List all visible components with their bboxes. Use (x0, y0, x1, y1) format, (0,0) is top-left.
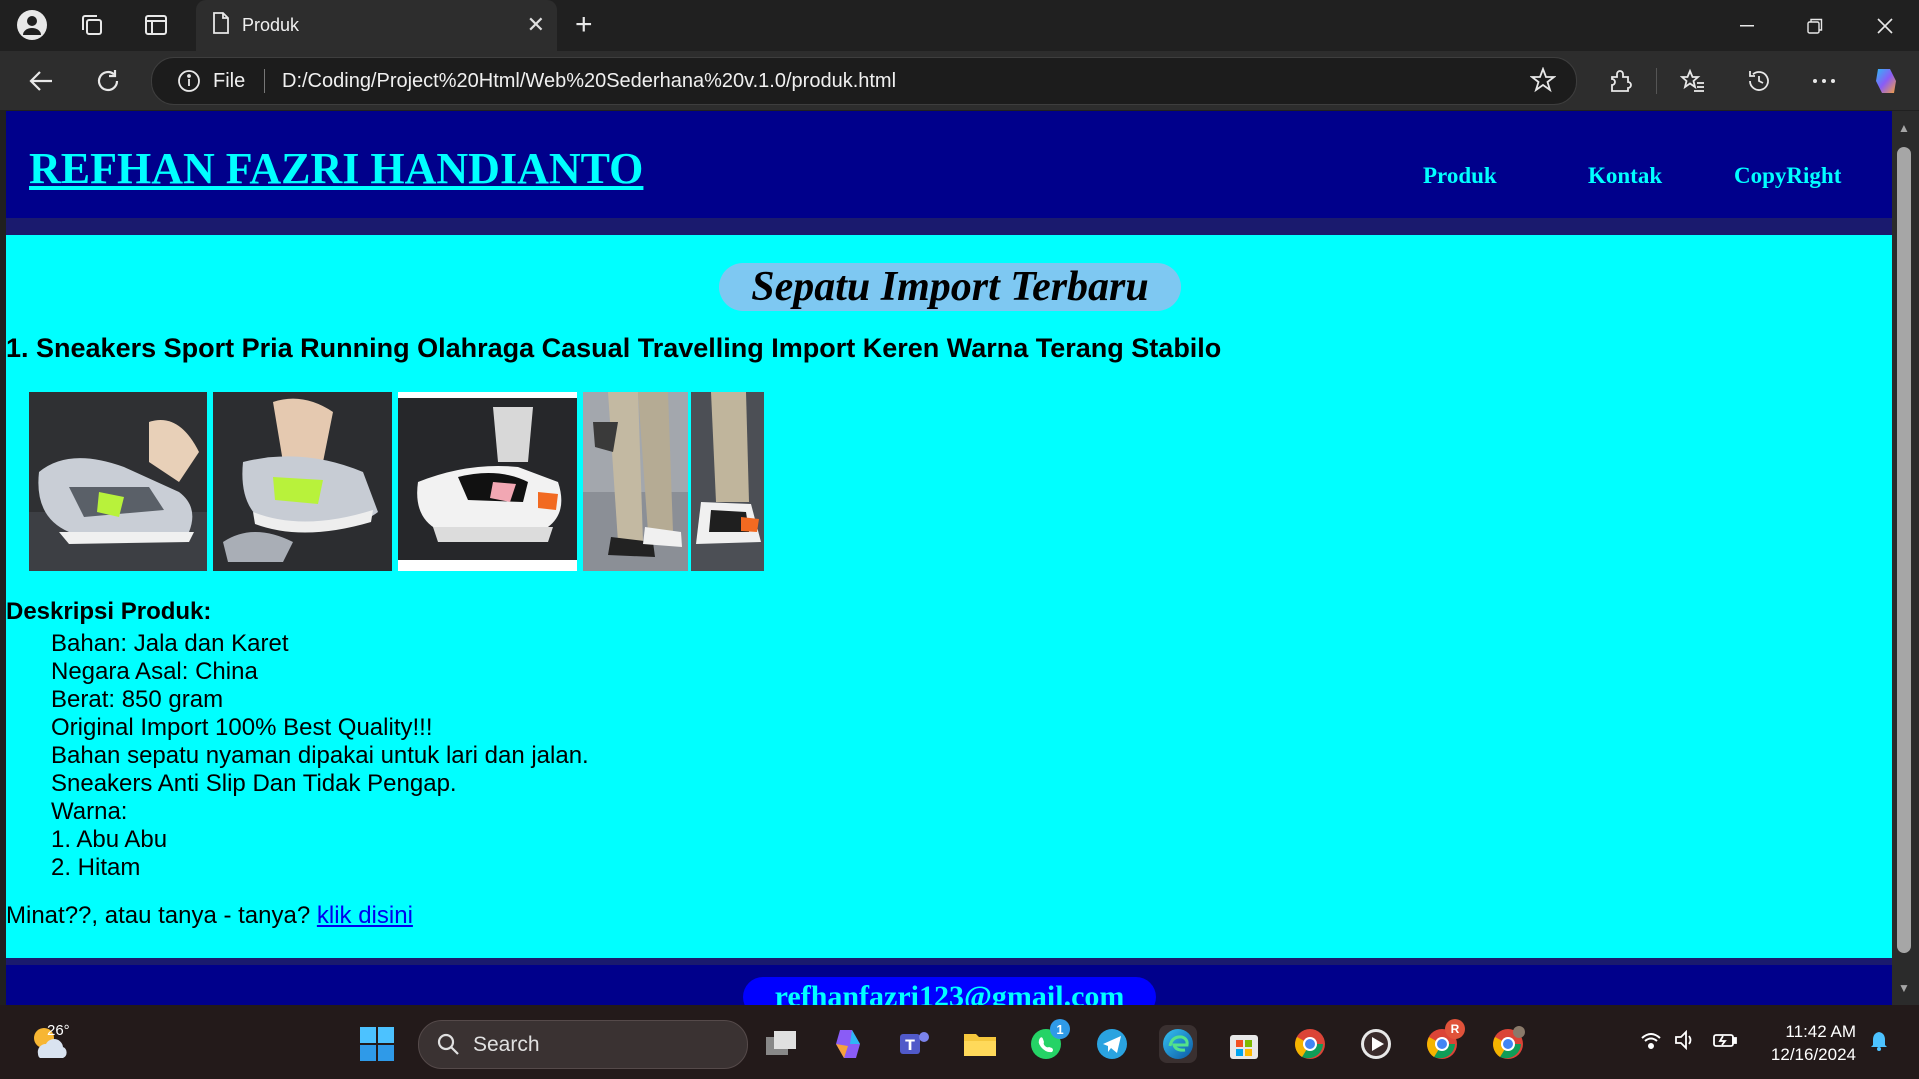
chrome-icon[interactable] (1291, 1025, 1329, 1063)
page-icon (212, 12, 230, 39)
more-menu-icon[interactable] (1807, 64, 1841, 98)
whatsapp-icon[interactable]: 1 (1027, 1019, 1070, 1063)
media-player-icon[interactable] (1357, 1025, 1395, 1063)
tab-actions-icon[interactable] (140, 9, 172, 41)
page-scrollbar[interactable]: ▲ ▼ (1892, 111, 1919, 1005)
search-placeholder: Search (473, 1033, 540, 1056)
restore-button[interactable] (1781, 0, 1849, 51)
microsoft-store-icon[interactable] (1225, 1025, 1263, 1063)
address-divider (264, 69, 265, 93)
section-heading-text: Sepatu Import Terbaru (751, 264, 1149, 310)
description-list: Bahan: Jala dan Karet Negara Asal: China… (51, 630, 589, 882)
toolbar-divider (1656, 68, 1657, 94)
scroll-up-arrow-icon[interactable]: ▲ (1898, 121, 1910, 135)
desc-line: Bahan sepatu nyaman dipakai untuk lari d… (51, 742, 589, 769)
site-title-link[interactable]: REFHAN FAZRI HANDIANTO (29, 143, 643, 194)
favorites-icon[interactable] (1676, 64, 1710, 98)
chrome-profile-icon[interactable]: R (1423, 1019, 1465, 1063)
system-clock[interactable]: 11:42 AM 12/16/2024 (1771, 1020, 1856, 1066)
tab-produk[interactable]: Produk ✕ (196, 0, 557, 51)
browser-titlebar: Produk ✕ + (0, 0, 1919, 51)
search-icon (436, 1032, 460, 1061)
product-photo-2 (213, 392, 392, 571)
desc-line: Berat: 850 gram (51, 686, 224, 713)
profile-icon[interactable] (16, 9, 48, 41)
new-tab-button[interactable]: + (575, 9, 593, 41)
close-tab-icon[interactable]: ✕ (527, 12, 545, 38)
browser-toolbar: File D:/Coding/Project%20Html/Web%20Sede… (0, 51, 1919, 110)
chrome-profile-2-icon[interactable] (1489, 1025, 1527, 1063)
contact-cta: Minat??, atau tanya - tanya? klik disini (6, 902, 413, 930)
copilot-taskbar-icon[interactable] (829, 1025, 867, 1063)
desc-line: Bahan: Jala dan Karet (51, 630, 289, 657)
product-title: 1. Sneakers Sport Pria Running Olahraga … (6, 333, 1222, 363)
weather-temp: 26° (47, 1022, 70, 1039)
product-photo-3 (398, 392, 577, 571)
footer-email-pill: refhanfazri123@gmail.com (743, 977, 1156, 1005)
desc-line: Sneakers Anti Slip Dan Tidak Pengap. (51, 770, 457, 797)
minimize-button[interactable] (1713, 0, 1781, 51)
product-photo-4 (583, 392, 688, 571)
file-explorer-icon[interactable] (961, 1025, 999, 1063)
desc-line: 1. Abu Abu (51, 826, 168, 853)
desc-line: Original Import 100% Best Quality!!! (51, 714, 433, 741)
desc-line: Warna: (51, 798, 128, 825)
close-window-button[interactable] (1851, 0, 1919, 51)
page-viewport: REFHAN FAZRI HANDIANTO Produk Kontak Cop… (6, 111, 1892, 1005)
nav-copyright-link[interactable]: CopyRight (1734, 163, 1841, 189)
taskbar: 26° Search T 1 R 11:42 AM 12/16/2024 (0, 1005, 1919, 1079)
footer-email[interactable]: refhanfazri123@gmail.com (775, 980, 1125, 1005)
scroll-down-arrow-icon[interactable]: ▼ (1898, 981, 1910, 995)
favorite-star-icon[interactable] (1529, 66, 1557, 98)
site-info-icon[interactable] (177, 69, 201, 98)
description-label: Deskripsi Produk: (6, 598, 212, 625)
cta-link[interactable]: klik disini (317, 902, 413, 929)
refresh-button[interactable] (91, 64, 125, 98)
nav-produk-link[interactable]: Produk (1423, 163, 1497, 189)
edge-icon[interactable] (1159, 1025, 1197, 1063)
task-view-icon[interactable] (763, 1025, 801, 1063)
desc-line: 2. Hitam (51, 854, 141, 881)
volume-icon[interactable] (1674, 1029, 1696, 1055)
address-scheme: File (213, 70, 246, 92)
address-url[interactable]: D:/Coding/Project%20Html/Web%20Sederhana… (282, 70, 896, 93)
whatsapp-badge: 1 (1050, 1019, 1070, 1039)
copilot-icon[interactable] (1869, 64, 1903, 98)
windows-start-icon[interactable] (360, 1027, 394, 1066)
svg-text:T: T (905, 1038, 915, 1054)
scroll-thumb[interactable] (1897, 147, 1911, 953)
telegram-icon[interactable] (1093, 1025, 1131, 1063)
desc-line: Negara Asal: China (51, 658, 258, 685)
nav-kontak-link[interactable]: Kontak (1588, 163, 1662, 189)
workspaces-icon[interactable] (76, 9, 108, 41)
clock-date: 12/16/2024 (1770, 1045, 1856, 1064)
battery-icon[interactable] (1712, 1030, 1738, 1055)
notification-bell-icon[interactable] (1868, 1030, 1890, 1057)
wifi-icon[interactable] (1640, 1030, 1662, 1055)
product-photo-5 (691, 392, 764, 571)
extensions-icon[interactable] (1603, 64, 1637, 98)
site-header: REFHAN FAZRI HANDIANTO Produk Kontak Cop… (6, 111, 1892, 235)
cta-text: Minat??, atau tanya - tanya? (6, 902, 317, 929)
address-bar[interactable]: File D:/Coding/Project%20Html/Web%20Sede… (151, 57, 1577, 105)
taskbar-search-box[interactable]: Search (418, 1020, 748, 1069)
clock-time: 11:42 AM (1785, 1022, 1856, 1041)
product-photo-1 (29, 392, 207, 571)
back-button[interactable] (24, 64, 58, 98)
teams-icon[interactable]: T (895, 1025, 933, 1063)
chrome-profile-badge: R (1445, 1019, 1465, 1039)
tab-title: Produk (242, 15, 300, 35)
section-heading: Sepatu Import Terbaru (719, 263, 1181, 311)
site-footer: refhanfazri123@gmail.com (6, 958, 1892, 1005)
history-icon[interactable] (1742, 64, 1776, 98)
